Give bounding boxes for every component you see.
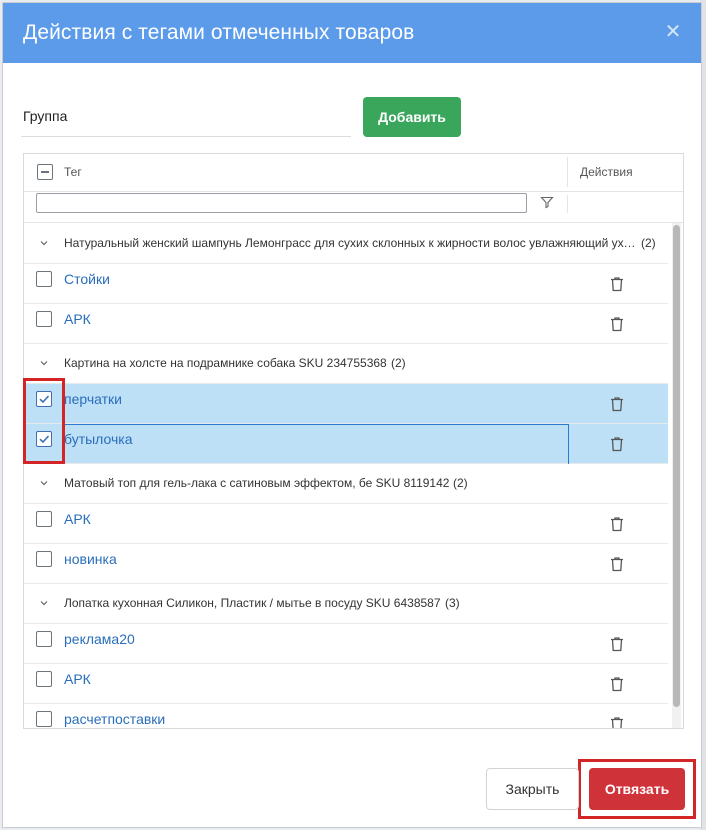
- unbind-button[interactable]: Отвязать: [589, 768, 685, 810]
- filter-divider: [567, 195, 568, 213]
- tag-link[interactable]: бутылочка: [64, 431, 133, 447]
- tag-link[interactable]: расчетпоставки: [64, 711, 165, 727]
- tag-row[interactable]: бутылочка: [24, 424, 668, 465]
- tag-filter-input[interactable]: [36, 193, 527, 213]
- trash-icon[interactable]: [610, 636, 624, 652]
- group-count: (2): [391, 356, 406, 370]
- row-checkbox[interactable]: [36, 671, 52, 687]
- tag-link[interactable]: перчатки: [64, 391, 122, 407]
- chevron-down-icon[interactable]: [38, 596, 50, 608]
- group-title: Натуральный женский шампунь Лемонграсс д…: [64, 236, 639, 250]
- select-all-checkbox[interactable]: [37, 164, 53, 180]
- tag-link[interactable]: реклама20: [64, 631, 135, 647]
- tag-row[interactable]: реклама20: [24, 624, 668, 664]
- tag-link[interactable]: АРК: [64, 311, 91, 327]
- scrollbar-thumb[interactable]: [673, 225, 680, 707]
- trash-icon[interactable]: [610, 516, 624, 532]
- tag-row[interactable]: АРК: [24, 504, 668, 544]
- trash-icon[interactable]: [610, 716, 624, 728]
- row-checkbox[interactable]: [36, 711, 52, 727]
- tag-row[interactable]: новинка: [24, 544, 668, 584]
- tag-actions-dialog: Действия с тегами отмеченных товаров ✕ Д…: [2, 2, 702, 828]
- trash-icon[interactable]: [610, 316, 624, 332]
- tag-row[interactable]: перчатки: [24, 384, 668, 424]
- group-header[interactable]: Картина на холсте на подрамнике собака S…: [24, 344, 668, 384]
- tag-link[interactable]: Стойки: [64, 271, 110, 287]
- close-button[interactable]: Закрыть: [486, 768, 579, 810]
- grid-scrollbar[interactable]: [672, 223, 681, 728]
- column-header-actions: Действия: [567, 157, 667, 187]
- tags-grid: Тег Действия Натуральный женский шампунь…: [23, 153, 684, 729]
- trash-icon[interactable]: [610, 556, 624, 572]
- group-count: (3): [445, 596, 460, 610]
- group-header[interactable]: Натуральный женский шампунь Лемонграсс д…: [24, 224, 668, 264]
- group-count: (2): [641, 236, 656, 250]
- group-header[interactable]: Лопатка кухонная Силикон, Пластик / мыть…: [24, 584, 668, 624]
- filter-row: [24, 192, 683, 223]
- row-checkbox[interactable]: [36, 271, 52, 287]
- group-title: Матовый топ для гель-лака с сатиновым эф…: [64, 476, 450, 490]
- group-title: Картина на холсте на подрамнике собака S…: [64, 356, 387, 370]
- row-checkbox[interactable]: [36, 631, 52, 647]
- add-button[interactable]: Добавить: [363, 97, 461, 137]
- trash-icon[interactable]: [610, 396, 624, 412]
- row-checkbox[interactable]: [36, 511, 52, 527]
- group-count: (2): [453, 476, 468, 490]
- tag-link[interactable]: новинка: [64, 551, 117, 567]
- column-header-tag: Тег: [64, 165, 82, 179]
- group-title: Лопатка кухонная Силикон, Пластик / мыть…: [64, 596, 441, 610]
- row-checkbox[interactable]: [36, 311, 52, 327]
- chevron-down-icon[interactable]: [38, 356, 50, 368]
- chevron-down-icon[interactable]: [38, 236, 50, 248]
- trash-icon[interactable]: [610, 676, 624, 692]
- tag-row[interactable]: Стойки: [24, 264, 668, 304]
- tag-row[interactable]: АРК: [24, 664, 668, 704]
- tag-row[interactable]: АРК: [24, 304, 668, 344]
- tag-link[interactable]: АРК: [64, 671, 91, 687]
- dialog-title: Действия с тегами отмеченных товаров: [23, 21, 415, 44]
- dialog-header: Действия с тегами отмеченных товаров ✕: [3, 3, 701, 63]
- checkbox-highlight-annotation: [23, 378, 65, 464]
- group-input[interactable]: [21, 95, 351, 137]
- trash-icon[interactable]: [610, 276, 624, 292]
- filter-icon[interactable]: [540, 195, 554, 209]
- group-header[interactable]: Матовый топ для гель-лака с сатиновым эф…: [24, 464, 668, 504]
- tag-link[interactable]: АРК: [64, 511, 91, 527]
- group-row: Добавить: [21, 95, 683, 139]
- close-icon[interactable]: ✕: [663, 22, 683, 42]
- trash-icon[interactable]: [610, 436, 624, 452]
- grid-header: Тег Действия: [24, 154, 683, 192]
- row-checkbox[interactable]: [36, 551, 52, 567]
- chevron-down-icon[interactable]: [38, 476, 50, 488]
- tag-row[interactable]: расчетпоставки: [24, 704, 668, 728]
